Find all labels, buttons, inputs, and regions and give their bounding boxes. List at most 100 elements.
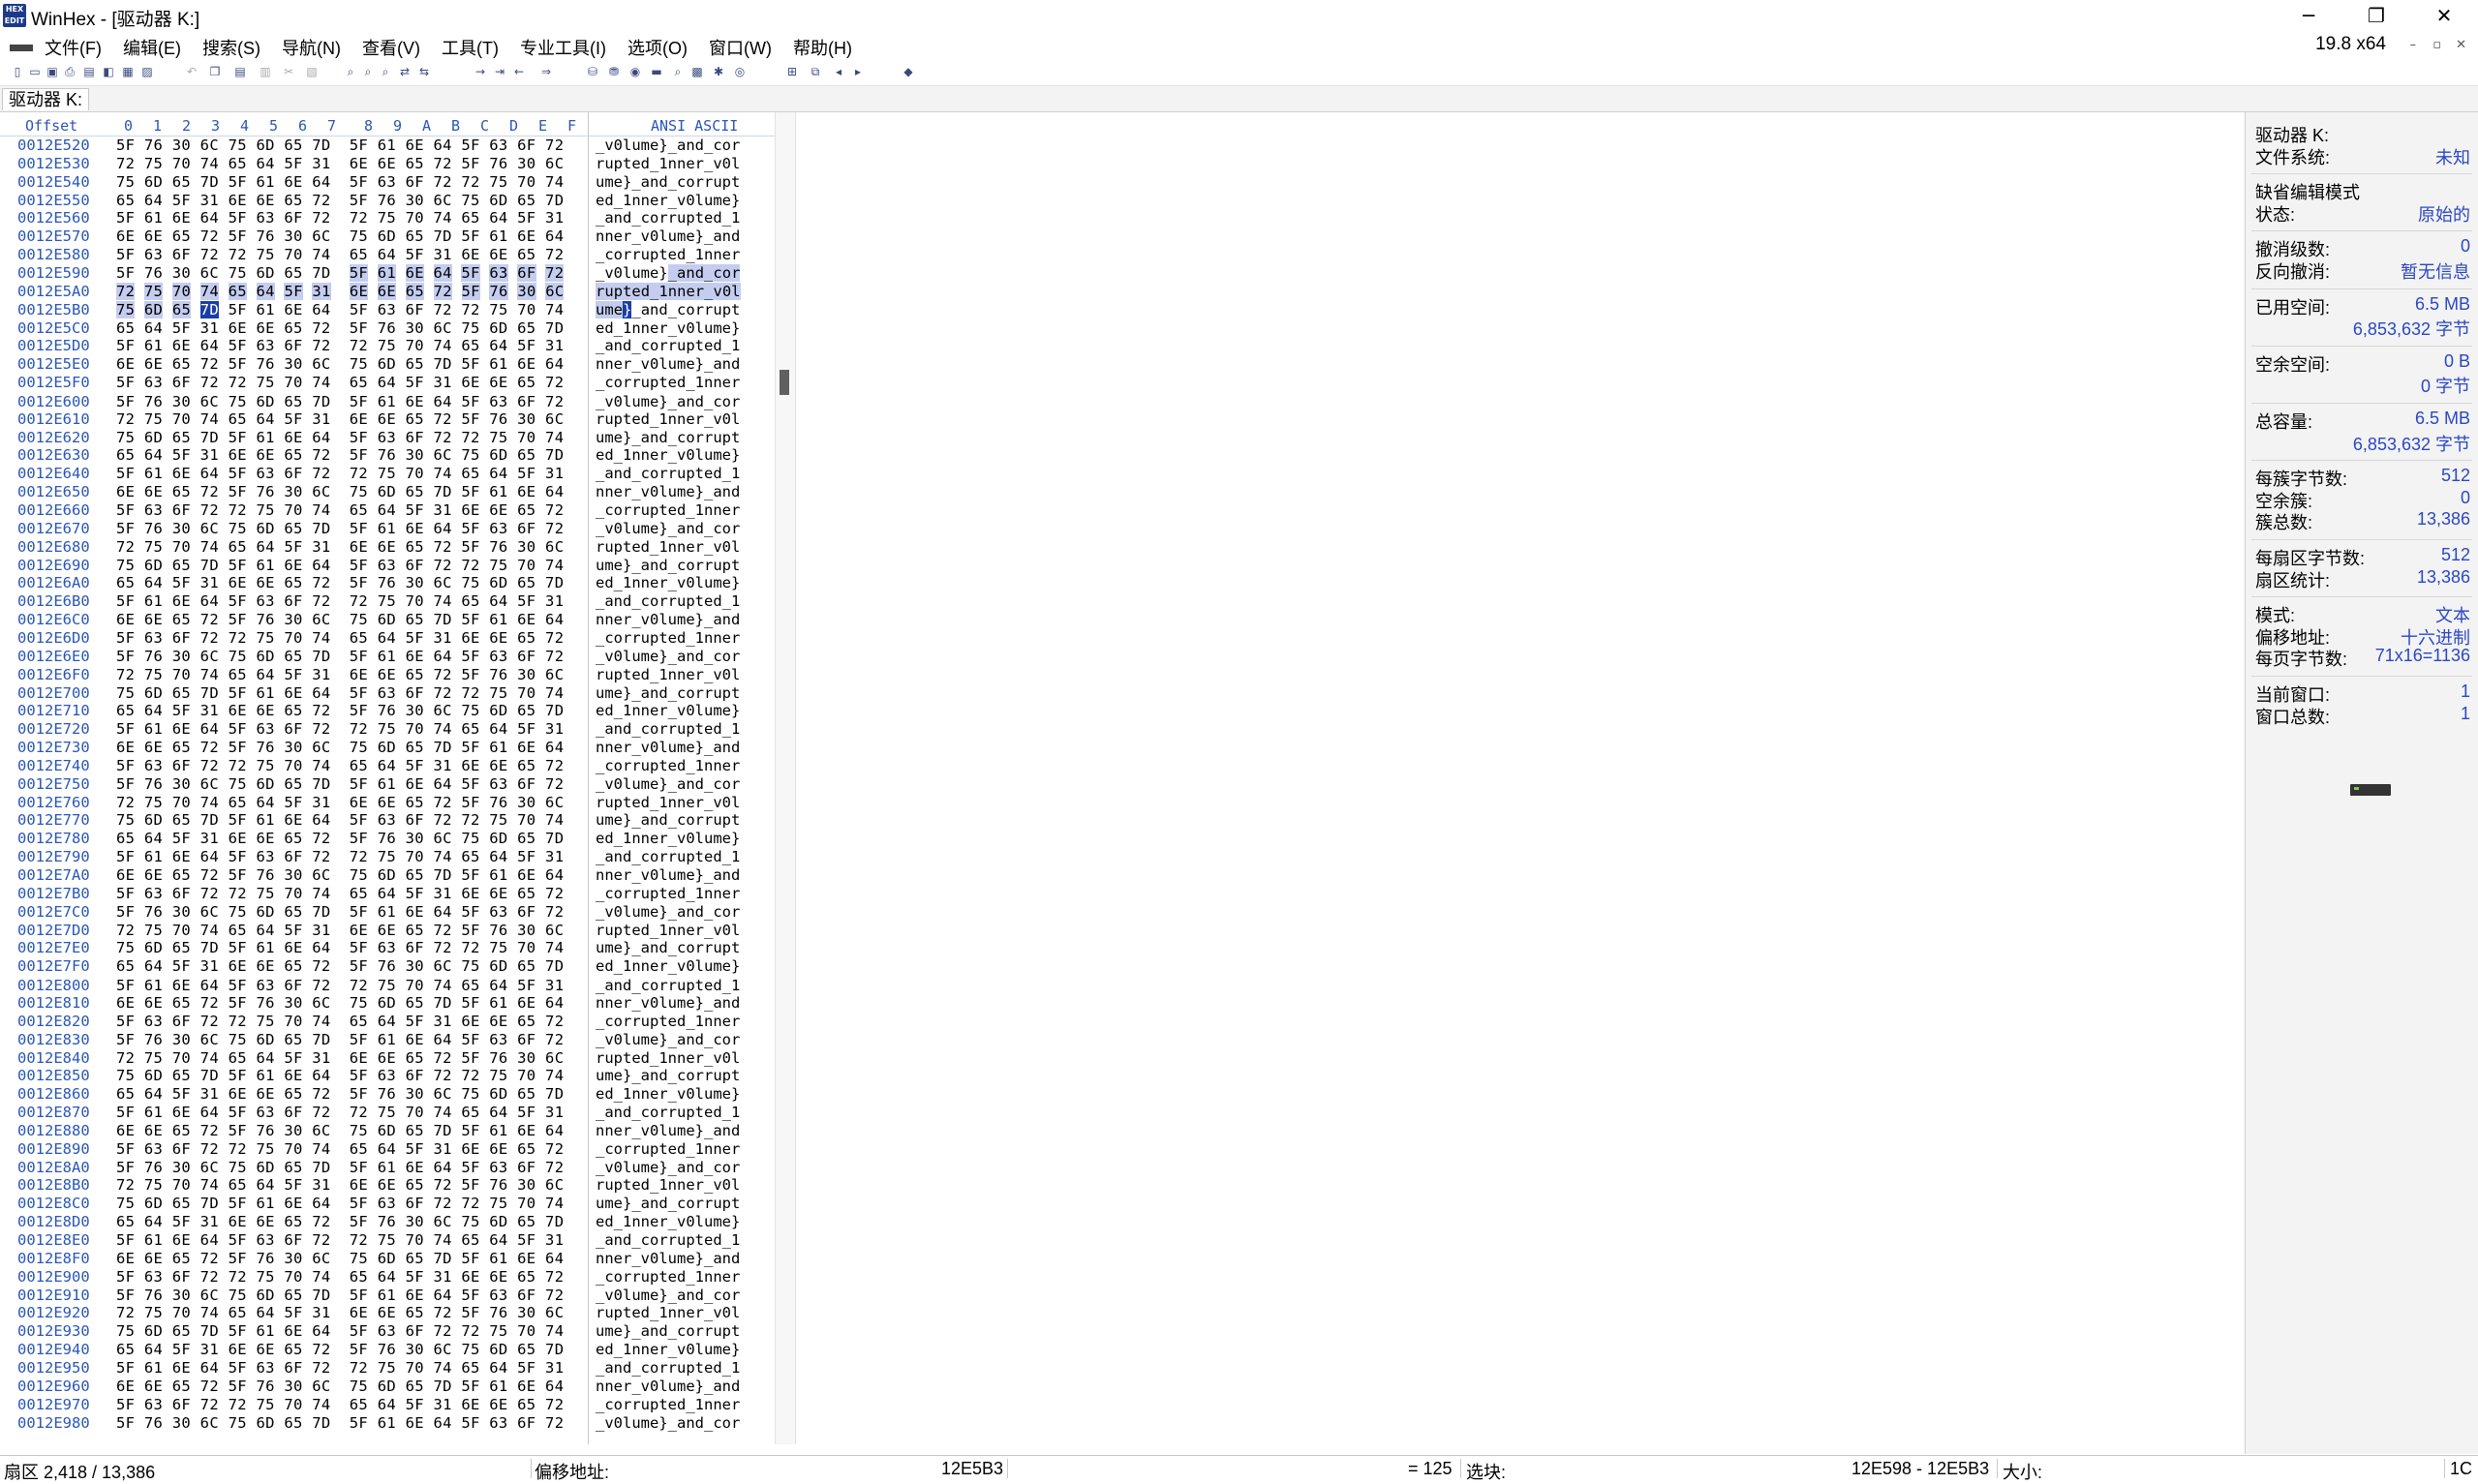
row-hex-bytes[interactable]: 5F 61 6E 64 5F 63 6F 72 72 75 70 74 65 6… [116,848,564,866]
menu-item[interactable]: 窗口(W) [709,35,772,60]
goto-sector-icon[interactable]: ⇥ [492,64,507,79]
row-ascii[interactable]: _corrupted_1nner [596,501,740,520]
vertical-scrollbar[interactable] [775,112,796,1444]
undo-icon[interactable]: ↶ [184,64,199,79]
row-ascii[interactable]: _v0lume}_and_cor [596,520,740,538]
row-ascii[interactable]: _v0lume}_and_cor [596,1414,740,1433]
row-ascii[interactable]: _v0lume}_and_cor [596,393,740,411]
close-button[interactable]: ✕ [2410,0,2478,31]
row-ascii[interactable]: ed_1nner_v0lume} [596,192,740,210]
row-hex-bytes[interactable]: 5F 76 30 6C 75 6D 65 7D 5F 61 6E 64 5F 6… [116,1159,564,1177]
scrollbar-thumb[interactable] [780,370,789,395]
menu-item[interactable]: 编辑(E) [123,35,181,60]
row-hex-bytes[interactable]: 72 75 70 74 65 64 5F 31 6E 6E 65 72 5F 7… [116,282,565,301]
row-ascii[interactable]: _v0lume}_and_cor [596,136,740,155]
row-hex-bytes[interactable]: 65 64 5F 31 6E 6E 65 72 5F 76 30 6C 75 6… [116,192,564,210]
row-hex-bytes[interactable]: 5F 76 30 6C 75 6D 65 7D 5F 61 6E 64 5F 6… [116,775,564,794]
row-ascii[interactable]: rupted_1nner_v0l [596,538,740,557]
menu-item[interactable]: 导航(N) [282,35,341,60]
row-hex-bytes[interactable]: 5F 63 6F 72 72 75 70 74 65 64 5F 31 6E 6… [116,246,564,264]
row-ascii[interactable]: nner_v0lume}_and [596,355,740,374]
row-hex-bytes[interactable]: 6E 6E 65 72 5F 76 30 6C 75 6D 65 7D 5F 6… [116,355,564,374]
row-hex-bytes[interactable]: 72 75 70 74 65 64 5F 31 6E 6E 65 72 5F 7… [116,794,564,812]
menu-item[interactable]: 搜索(S) [202,35,260,60]
row-ascii[interactable]: _corrupted_1nner [596,1013,740,1031]
menu-item[interactable]: 文件(F) [45,35,102,60]
row-ascii[interactable]: rupted_1nner_v0l [596,1049,740,1068]
row-hex-bytes[interactable]: 5F 61 6E 64 5F 63 6F 72 72 75 70 74 65 6… [116,209,564,227]
row-ascii[interactable]: nner_v0lume}_and [596,1122,740,1140]
row-hex-bytes[interactable]: 5F 63 6F 72 72 75 70 74 65 64 5F 31 6E 6… [116,1140,564,1159]
row-ascii[interactable]: ed_1nner_v0lume} [596,702,740,720]
row-hex-bytes[interactable]: 5F 61 6E 64 5F 63 6F 72 72 75 70 74 65 6… [116,1231,564,1250]
row-ascii[interactable]: _and_corrupted_1 [596,1104,740,1122]
row-ascii[interactable]: ume}_and_corrupt [596,173,740,192]
row-ascii[interactable]: ume}_and_corrupt [596,1322,740,1341]
row-ascii[interactable]: _and_corrupted_1 [596,1231,740,1250]
row-ascii[interactable]: nner_v0lume}_and [596,1378,740,1396]
row-ascii[interactable]: _v0lume}_and_cor [596,1159,740,1177]
row-hex-bytes[interactable]: 75 6D 65 7D 5F 61 6E 64 5F 63 6F 72 72 7… [116,300,564,319]
row-hex-bytes[interactable]: 72 75 70 74 65 64 5F 31 6E 6E 65 72 5F 7… [116,1049,564,1068]
row-ascii[interactable]: rupted_1nner_v0l [596,1176,740,1195]
row-ascii[interactable]: ed_1nner_v0lume} [596,1085,740,1104]
row-hex-bytes[interactable]: 6E 6E 65 72 5F 76 30 6C 75 6D 65 7D 5F 6… [116,994,564,1013]
open-ram-icon[interactable]: ▦ [120,64,136,79]
row-hex-bytes[interactable]: 5F 63 6F 72 72 75 70 74 65 64 5F 31 6E 6… [116,1396,564,1414]
row-hex-bytes[interactable]: 5F 76 30 6C 75 6D 65 7D 5F 61 6E 64 5F 6… [116,648,564,666]
restore-button[interactable]: ❐ [2342,0,2410,31]
find-text-icon[interactable]: ⌕ [343,64,358,79]
row-ascii[interactable]: rupted_1nner_v0l [596,410,740,429]
row-hex-bytes[interactable]: 65 64 5F 31 6E 6E 65 72 5F 76 30 6C 75 6… [116,446,564,465]
row-ascii[interactable]: _v0lume}_and_cor [596,648,740,666]
row-hex-bytes[interactable]: 5F 76 30 6C 75 6D 65 7D 5F 61 6E 64 5F 6… [116,1414,564,1433]
replace-icon[interactable]: ⇄ [397,64,413,79]
minimize-button[interactable]: ─ [2275,0,2342,31]
row-ascii[interactable]: _and_corrupted_1 [596,465,740,483]
row-hex-bytes[interactable]: 5F 76 30 6C 75 6D 65 7D 5F 61 6E 64 5F 6… [116,1031,564,1049]
row-hex-bytes[interactable]: 65 64 5F 31 6E 6E 65 72 5F 76 30 6C 75 6… [116,957,564,976]
row-hex-bytes[interactable]: 72 75 70 74 65 64 5F 31 6E 6E 65 72 5F 7… [116,922,564,940]
row-ascii[interactable]: nner_v0lume}_and [596,994,740,1013]
row-hex-bytes[interactable]: 75 6D 65 7D 5F 61 6E 64 5F 63 6F 72 72 7… [116,811,564,830]
row-ascii[interactable]: ume}_and_corrupt [596,939,740,957]
row-ascii[interactable]: _corrupted_1nner [596,629,740,648]
mdi-close-icon[interactable]: ✕ [2456,38,2466,52]
row-hex-bytes[interactable]: 75 6D 65 7D 5F 61 6E 64 5F 63 6F 72 72 7… [116,557,564,575]
hex-editor-view[interactable]: Offset 0 1 2 3 4 5 6 7 8 9 A B C D E F ANSI ASCII 0012E… [0,112,775,1444]
row-hex-bytes[interactable]: 5F 63 6F 72 72 75 70 74 65 64 5F 31 6E 6… [116,1013,564,1031]
binary-copy-icon[interactable]: ▧ [304,64,320,79]
row-hex-bytes[interactable]: 5F 61 6E 64 5F 63 6F 72 72 75 70 74 65 6… [116,720,564,739]
cascade-windows-icon[interactable]: ⧉ [808,64,823,79]
row-ascii[interactable]: ume}_and_corrupt [596,300,740,319]
row-ascii[interactable]: nner_v0lume}_and [596,739,740,757]
row-hex-bytes[interactable]: 75 6D 65 7D 5F 61 6E 64 5F 63 6F 72 72 7… [116,429,564,447]
forward-icon[interactable]: ⇒ [538,64,554,79]
row-hex-bytes[interactable]: 75 6D 65 7D 5F 61 6E 64 5F 63 6F 72 72 7… [116,939,564,957]
winhex-app-icon[interactable]: HEX EDIT [3,4,26,27]
row-ascii[interactable]: rupted_1nner_v0l [596,666,740,684]
row-hex-bytes[interactable]: 5F 76 30 6C 75 6D 65 7D 5F 61 6E 64 5F 6… [116,136,564,155]
row-ascii[interactable]: _and_corrupted_1 [596,977,740,995]
row-hex-bytes[interactable]: 6E 6E 65 72 5F 76 30 6C 75 6D 65 7D 5F 6… [116,1250,564,1268]
row-hex-bytes[interactable]: 5F 61 6E 64 5F 63 6F 72 72 75 70 74 65 6… [116,1359,564,1378]
row-ascii[interactable]: _v0lume}_and_cor [596,903,740,922]
row-ascii[interactable]: ed_1nner_v0lume} [596,1213,740,1231]
menu-item[interactable]: 工具(T) [442,35,499,60]
row-ascii[interactable]: _corrupted_1nner [596,1140,740,1159]
disk-image-icon[interactable]: ◉ [627,64,643,79]
row-hex-bytes[interactable]: 65 64 5F 31 6E 6E 65 72 5F 76 30 6C 75 6… [116,702,564,720]
row-ascii[interactable]: ed_1nner_v0lume} [596,319,740,338]
menu-item[interactable]: 帮助(H) [793,35,852,60]
new-file-icon[interactable]: ▯ [10,64,25,79]
row-ascii[interactable]: nner_v0lume}_and [596,227,740,246]
row-ascii[interactable]: _and_corrupted_1 [596,1359,740,1378]
row-hex-bytes[interactable]: 5F 61 6E 64 5F 63 6F 72 72 75 70 74 65 6… [116,465,564,483]
row-ascii[interactable]: nner_v0lume}_and [596,483,740,501]
mdi-restore-icon[interactable]: ▫ [2432,38,2441,52]
menu-item[interactable]: 查看(V) [362,35,420,60]
row-hex-bytes[interactable]: 5F 63 6F 72 72 75 70 74 65 64 5F 31 6E 6… [116,1268,564,1287]
row-ascii[interactable]: ed_1nner_v0lume} [596,957,740,976]
row-hex-bytes[interactable]: 72 75 70 74 65 64 5F 31 6E 6E 65 72 5F 7… [116,666,564,684]
search-tool-icon[interactable]: ⌕ [670,64,686,79]
